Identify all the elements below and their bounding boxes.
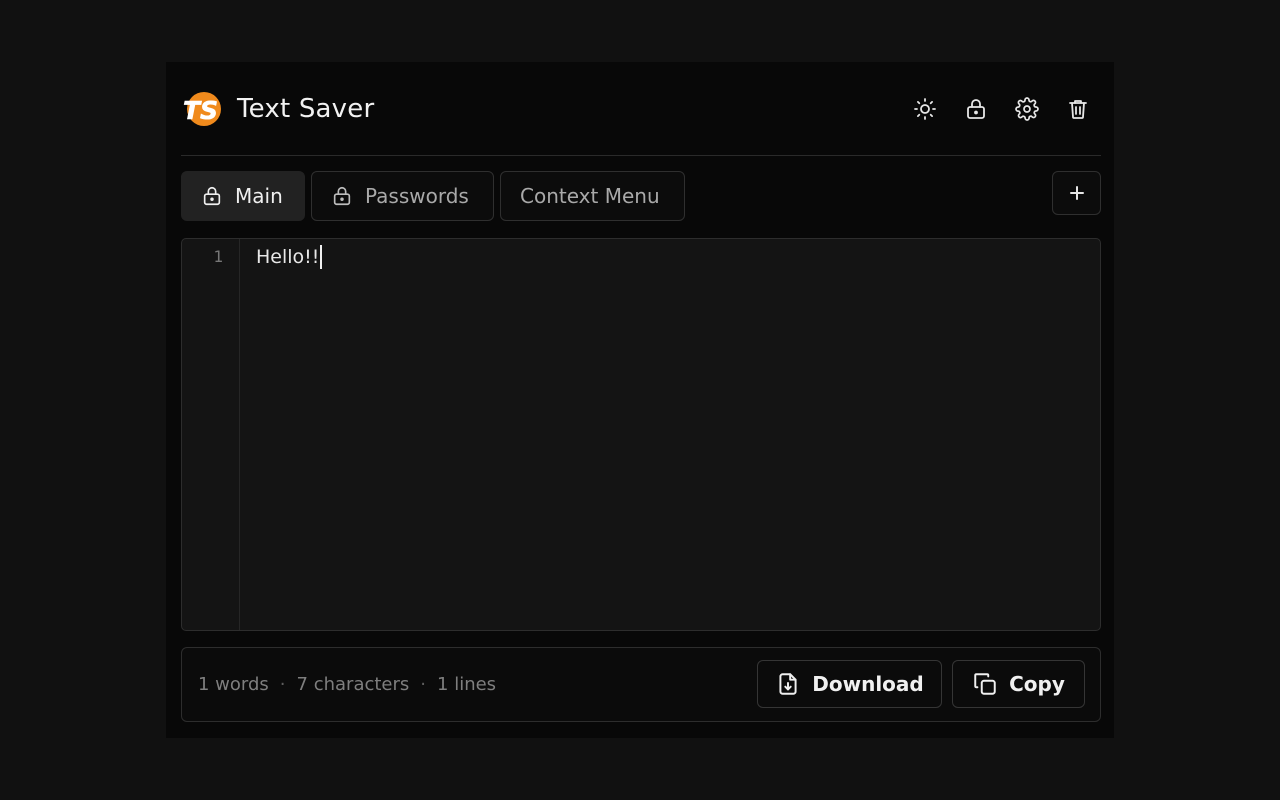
plus-icon: [1069, 186, 1084, 200]
line-gutter: 1: [182, 239, 240, 630]
copy-label: Copy: [1009, 672, 1065, 696]
copy-button[interactable]: Copy: [952, 660, 1085, 708]
text-caret: [320, 245, 322, 269]
line-number: 1: [213, 247, 223, 266]
tab-label: Context Menu: [520, 184, 660, 208]
tab-passwords[interactable]: Passwords: [311, 171, 494, 221]
svg-text:TS: TS: [183, 96, 218, 125]
tab-context-menu[interactable]: Context Menu: [500, 171, 685, 221]
theme-toggle-button[interactable]: [911, 95, 939, 123]
lock-icon: [967, 99, 985, 119]
trash-icon: [1069, 100, 1087, 119]
download-label: Download: [812, 672, 924, 696]
gear-icon: [1015, 97, 1039, 121]
sun-icon: [914, 98, 936, 120]
tab-label: Main: [235, 184, 283, 208]
text-editor[interactable]: 1 Hello!!: [181, 238, 1101, 631]
tab-label: Passwords: [365, 184, 469, 208]
tab-main[interactable]: Main: [181, 171, 305, 221]
separator: ·: [279, 674, 286, 695]
download-button[interactable]: Download: [757, 660, 942, 708]
editor-line[interactable]: Hello!!: [256, 245, 322, 269]
line-count: 1 lines: [437, 674, 497, 695]
settings-button[interactable]: [1013, 95, 1041, 123]
character-count: 7 characters: [296, 674, 410, 695]
app-title: Text Saver: [237, 94, 375, 124]
lock-button[interactable]: [962, 95, 990, 123]
footer: 1 words · 7 characters · 1 lines Downloa…: [181, 647, 1101, 722]
app-panel: TS Text Saver Main Passwords Context Men…: [166, 62, 1114, 738]
editor-text: Hello!!: [256, 246, 320, 268]
lock-icon: [333, 186, 351, 206]
word-count: 1 words: [198, 674, 269, 695]
separator: ·: [420, 674, 427, 695]
text-stats: 1 words · 7 characters · 1 lines: [198, 674, 496, 695]
app-logo: TS: [183, 92, 221, 126]
delete-button[interactable]: [1064, 95, 1092, 123]
add-tab-button[interactable]: [1052, 171, 1101, 215]
copy-icon: [974, 673, 996, 695]
file-download-icon: [779, 673, 797, 695]
lock-icon: [203, 186, 221, 206]
header: TS Text Saver: [181, 62, 1101, 156]
